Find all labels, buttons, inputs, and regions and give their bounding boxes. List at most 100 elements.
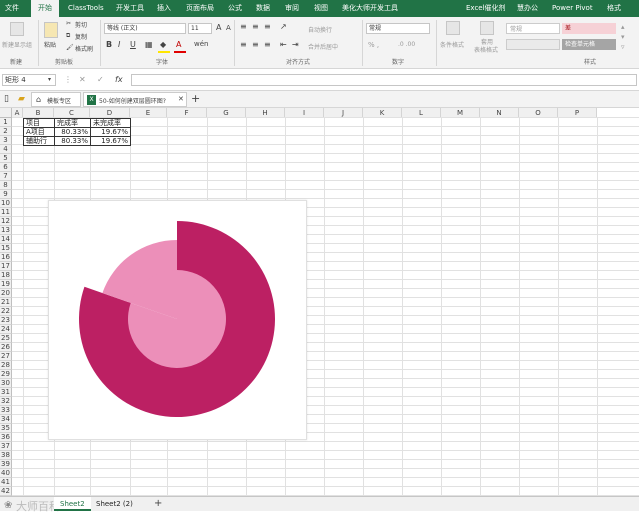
row-header[interactable]: 34 <box>0 415 12 424</box>
phonetic-icon[interactable]: wén <box>194 40 208 48</box>
new-doc-icon[interactable]: ▯ <box>4 94 9 104</box>
ribbon-tab[interactable]: ClassTools <box>68 0 104 17</box>
table-cell[interactable]: 80.33% <box>54 136 91 146</box>
doughnut-chart[interactable] <box>49 201 308 441</box>
indent-icon[interactable]: ⇤ <box>280 40 287 49</box>
format-table-icon[interactable] <box>480 21 494 35</box>
font-color-icon[interactable]: A <box>176 40 181 49</box>
copy-button[interactable]: 复制 <box>75 32 87 41</box>
ribbon-tab[interactable]: 开发工具 <box>370 0 398 17</box>
align-bottom-icon[interactable]: ≡ <box>264 22 271 31</box>
row-header[interactable]: 21 <box>0 298 12 307</box>
row-header[interactable]: 27 <box>0 352 12 361</box>
styles-scroll-down-icon[interactable]: ▾ <box>621 33 625 41</box>
row-header[interactable]: 1 <box>0 118 12 127</box>
align-right-icon[interactable]: ≡ <box>264 40 271 49</box>
ribbon-tab[interactable]: 页面布局 <box>186 0 214 17</box>
row-header[interactable]: 10 <box>0 199 12 208</box>
font-name-select[interactable]: 等线 (正文) <box>104 23 186 34</box>
ribbon-tab[interactable]: 慧办公 <box>517 0 538 17</box>
row-header[interactable]: 3 <box>0 136 12 145</box>
ribbon-tab[interactable]: 文件 <box>5 0 19 17</box>
row-header[interactable]: 8 <box>0 181 12 190</box>
ribbon-tab[interactable]: Excel催化剂 <box>466 0 506 17</box>
row-header[interactable]: 6 <box>0 163 12 172</box>
cancel-icon[interactable]: ✕ <box>79 75 86 84</box>
row-header[interactable]: 40 <box>0 469 12 478</box>
row-header[interactable]: 23 <box>0 316 12 325</box>
row-header[interactable]: 33 <box>0 406 12 415</box>
name-box-dropdown-icon[interactable]: ▾ <box>48 76 51 83</box>
conditional-format-icon[interactable] <box>446 21 460 35</box>
ribbon-tab[interactable]: 插入 <box>157 0 171 17</box>
ribbon-tab[interactable]: 格式 <box>607 0 621 17</box>
grow-font-icon[interactable]: A <box>216 23 221 32</box>
format-painter-button[interactable]: 格式刷 <box>75 44 93 53</box>
format-painter-icon[interactable]: 🖌 <box>66 44 74 51</box>
font-size-select[interactable]: 11 <box>188 23 212 34</box>
row-header[interactable]: 35 <box>0 424 12 433</box>
ribbon-tab[interactable]: 开发工具 <box>116 0 144 17</box>
row-header[interactable]: 36 <box>0 433 12 442</box>
row-header[interactable]: 29 <box>0 370 12 379</box>
row-header[interactable]: 9 <box>0 190 12 199</box>
align-middle-icon[interactable]: ≡ <box>252 22 259 31</box>
new-tab-button[interactable]: + <box>191 92 200 105</box>
row-header[interactable]: 26 <box>0 343 12 352</box>
cut-button[interactable]: 剪切 <box>75 20 87 29</box>
row-header[interactable]: 24 <box>0 325 12 334</box>
ribbon-tab[interactable]: 审阅 <box>285 0 299 17</box>
styles-more-icon[interactable]: ▿ <box>621 43 625 51</box>
italic-button[interactable]: I <box>118 40 120 49</box>
outdent-icon[interactable]: ⇥ <box>292 40 299 49</box>
new-group-button[interactable]: 新建显示组 <box>2 40 32 49</box>
row-header[interactable]: 7 <box>0 172 12 181</box>
bold-button[interactable]: B <box>106 40 112 49</box>
tab-current-file[interactable]: X 50-如何创建双层圆环图? ✕ <box>83 92 187 107</box>
row-header[interactable]: 18 <box>0 271 12 280</box>
row-header[interactable]: 17 <box>0 262 12 271</box>
new-group-icon[interactable] <box>10 22 24 36</box>
style-normal[interactable]: 常规 <box>506 23 560 34</box>
conditional-format-button[interactable]: 条件格式 <box>440 40 464 49</box>
align-left-icon[interactable]: ≡ <box>240 40 247 49</box>
row-header[interactable]: 38 <box>0 451 12 460</box>
formula-input[interactable] <box>131 74 637 86</box>
row-header[interactable]: 25 <box>0 334 12 343</box>
tab-template-zone[interactable]: ⌂ 模板专区 <box>31 92 81 107</box>
copy-icon[interactable]: ⧉ <box>66 32 70 40</box>
row-header[interactable]: 4 <box>0 145 12 154</box>
row-header[interactable]: 41 <box>0 478 12 487</box>
open-folder-icon[interactable]: ▰ <box>18 94 25 104</box>
row-header[interactable]: 31 <box>0 388 12 397</box>
wrap-text-button[interactable]: 自动换行 <box>308 25 332 34</box>
row-header[interactable]: 37 <box>0 442 12 451</box>
ribbon-tab[interactable]: Power Pivot <box>552 0 593 17</box>
insert-function-icon[interactable]: fx <box>115 75 123 84</box>
underline-button[interactable]: U <box>130 40 136 49</box>
row-header[interactable]: 20 <box>0 289 12 298</box>
decimal-icon[interactable]: .0 .00 <box>398 41 415 48</box>
row-header[interactable]: 15 <box>0 244 12 253</box>
align-top-icon[interactable]: ≡ <box>240 22 247 31</box>
shrink-font-icon[interactable]: A <box>226 24 231 32</box>
ribbon-tab[interactable]: 数据 <box>256 0 270 17</box>
chart-area[interactable] <box>48 200 307 440</box>
table-cell[interactable]: 辅助行 <box>23 136 55 146</box>
row-header[interactable]: 42 <box>0 487 12 496</box>
row-header[interactable]: 13 <box>0 226 12 235</box>
sheet-tab-active[interactable]: Sheet2 <box>54 497 91 511</box>
row-header[interactable]: 32 <box>0 397 12 406</box>
row-header[interactable]: 11 <box>0 208 12 217</box>
fill-color-icon[interactable]: ◆ <box>160 40 166 49</box>
sheet-tab[interactable]: Sheet2 (2) <box>90 497 139 511</box>
row-header[interactable]: 19 <box>0 280 12 289</box>
ribbon-tab[interactable]: 公式 <box>228 0 242 17</box>
row-header[interactable]: 28 <box>0 361 12 370</box>
row-header[interactable]: 2 <box>0 127 12 136</box>
styles-scroll-up-icon[interactable]: ▴ <box>621 23 625 31</box>
style-check-cell[interactable]: 检查单元格 <box>562 39 616 50</box>
cut-icon[interactable]: ✂ <box>66 20 71 27</box>
orientation-icon[interactable]: ↗ <box>280 22 287 31</box>
style-blank[interactable] <box>506 39 560 50</box>
